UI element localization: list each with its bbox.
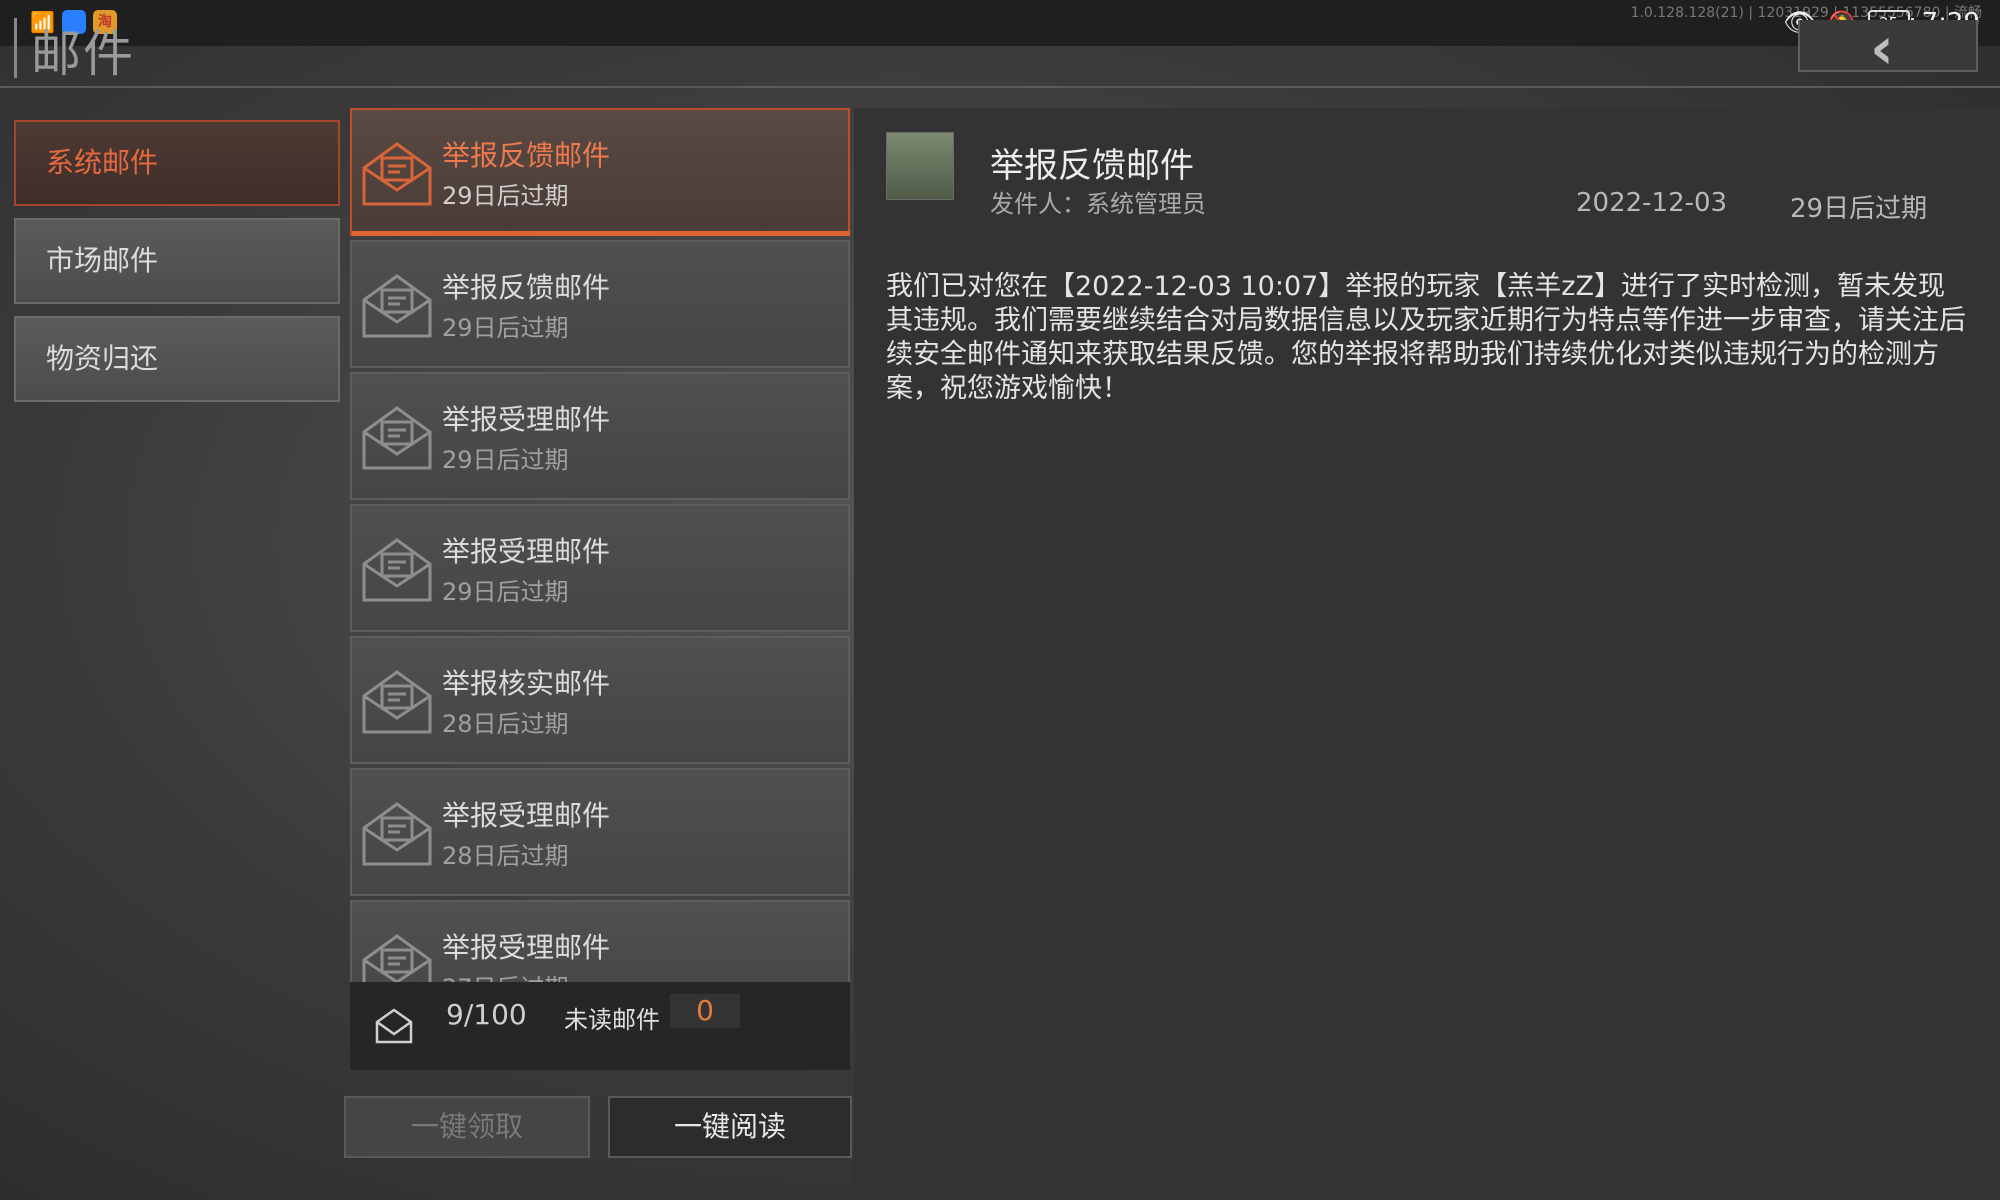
detail-date: 2022-12-03 (1576, 188, 1728, 218)
mail-title: 举报核实邮件 (442, 667, 611, 700)
mail-item[interactable]: 举报核实邮件 28日后过期 (350, 636, 850, 764)
chevron-left-icon: ‹ (1870, 14, 1894, 82)
mail-expiry: 29日后过期 (442, 446, 569, 474)
envelope-open-icon (362, 802, 432, 866)
read-all-button[interactable]: 一键阅读 (608, 1096, 852, 1158)
mail-expiry: 28日后过期 (442, 842, 569, 870)
mail-item[interactable]: 举报反馈邮件 29日后过期 (350, 240, 850, 368)
envelope-open-icon (362, 670, 432, 734)
mail-expiry: 28日后过期 (442, 710, 569, 738)
mail-expiry: 29日后过期 (442, 314, 569, 342)
detail-sender: 发件人：系统管理员 (990, 190, 1206, 218)
detail-expiry: 29日后过期 (1790, 194, 1928, 224)
mail-expiry: 29日后过期 (442, 182, 569, 210)
mail-title: 举报反馈邮件 (442, 139, 611, 172)
mail-title: 举报受理邮件 (442, 931, 611, 964)
detail-body: 我们已对您在【2022-12-03 10:07】举报的玩家【羔羊zZ】进行了实时… (886, 271, 1966, 404)
unread-count: 0 (670, 994, 740, 1028)
mail-expiry: 29日后过期 (442, 578, 569, 606)
mail-title: 举报受理邮件 (442, 403, 611, 436)
mail-item[interactable]: 举报受理邮件 28日后过期 (350, 768, 850, 896)
header-divider (0, 86, 2000, 88)
mail-count-bar: 9/100 未读邮件 0 (350, 982, 850, 1070)
envelope-open-icon (362, 142, 432, 206)
mail-item[interactable]: 举报受理邮件 29日后过期 (350, 504, 850, 632)
category-system-mail[interactable]: 系统邮件 (14, 120, 340, 206)
category-label: 系统邮件 (46, 146, 159, 179)
mail-title: 举报受理邮件 (442, 535, 611, 568)
category-label: 市场邮件 (46, 244, 159, 277)
category-item-return[interactable]: 物资归还 (14, 316, 340, 402)
mail-title: 举报受理邮件 (442, 799, 611, 832)
envelope-open-icon (362, 274, 432, 338)
mail-list[interactable]: 举报反馈邮件 29日后过期 举报反馈邮件 29日后过期 举报受理邮件 29日后过… (350, 108, 850, 984)
envelope-open-icon (362, 538, 432, 602)
mail-item[interactable]: 举报受理邮件 29日后过期 (350, 372, 850, 500)
detail-title: 举报反馈邮件 (990, 146, 1194, 186)
envelope-icon (375, 1008, 413, 1044)
envelope-open-icon (362, 934, 432, 984)
status-bar: 📶 淘 1.0.128.128(21) | 12031929 | 1135555… (0, 0, 2000, 46)
unread-label: 未读邮件 (564, 1006, 660, 1034)
mail-count: 9/100 (446, 998, 527, 1031)
envelope-open-icon (362, 406, 432, 470)
mail-item[interactable]: 举报受理邮件 27日后过期 (350, 900, 850, 984)
category-label: 物资归还 (46, 342, 159, 375)
back-button[interactable]: ‹ (1798, 14, 1978, 82)
avatar (886, 132, 954, 200)
category-market-mail[interactable]: 市场邮件 (14, 218, 340, 304)
mail-item[interactable]: 举报反馈邮件 29日后过期 (350, 108, 850, 236)
collect-all-button[interactable]: 一键领取 (344, 1096, 590, 1158)
mail-detail-panel: 举报反馈邮件 发件人：系统管理员 2022-12-03 29日后过期 我们已对您… (854, 108, 2000, 1200)
page-title: 邮件 (14, 18, 135, 83)
mail-title: 举报反馈邮件 (442, 271, 611, 304)
selected-indicator (352, 231, 850, 236)
